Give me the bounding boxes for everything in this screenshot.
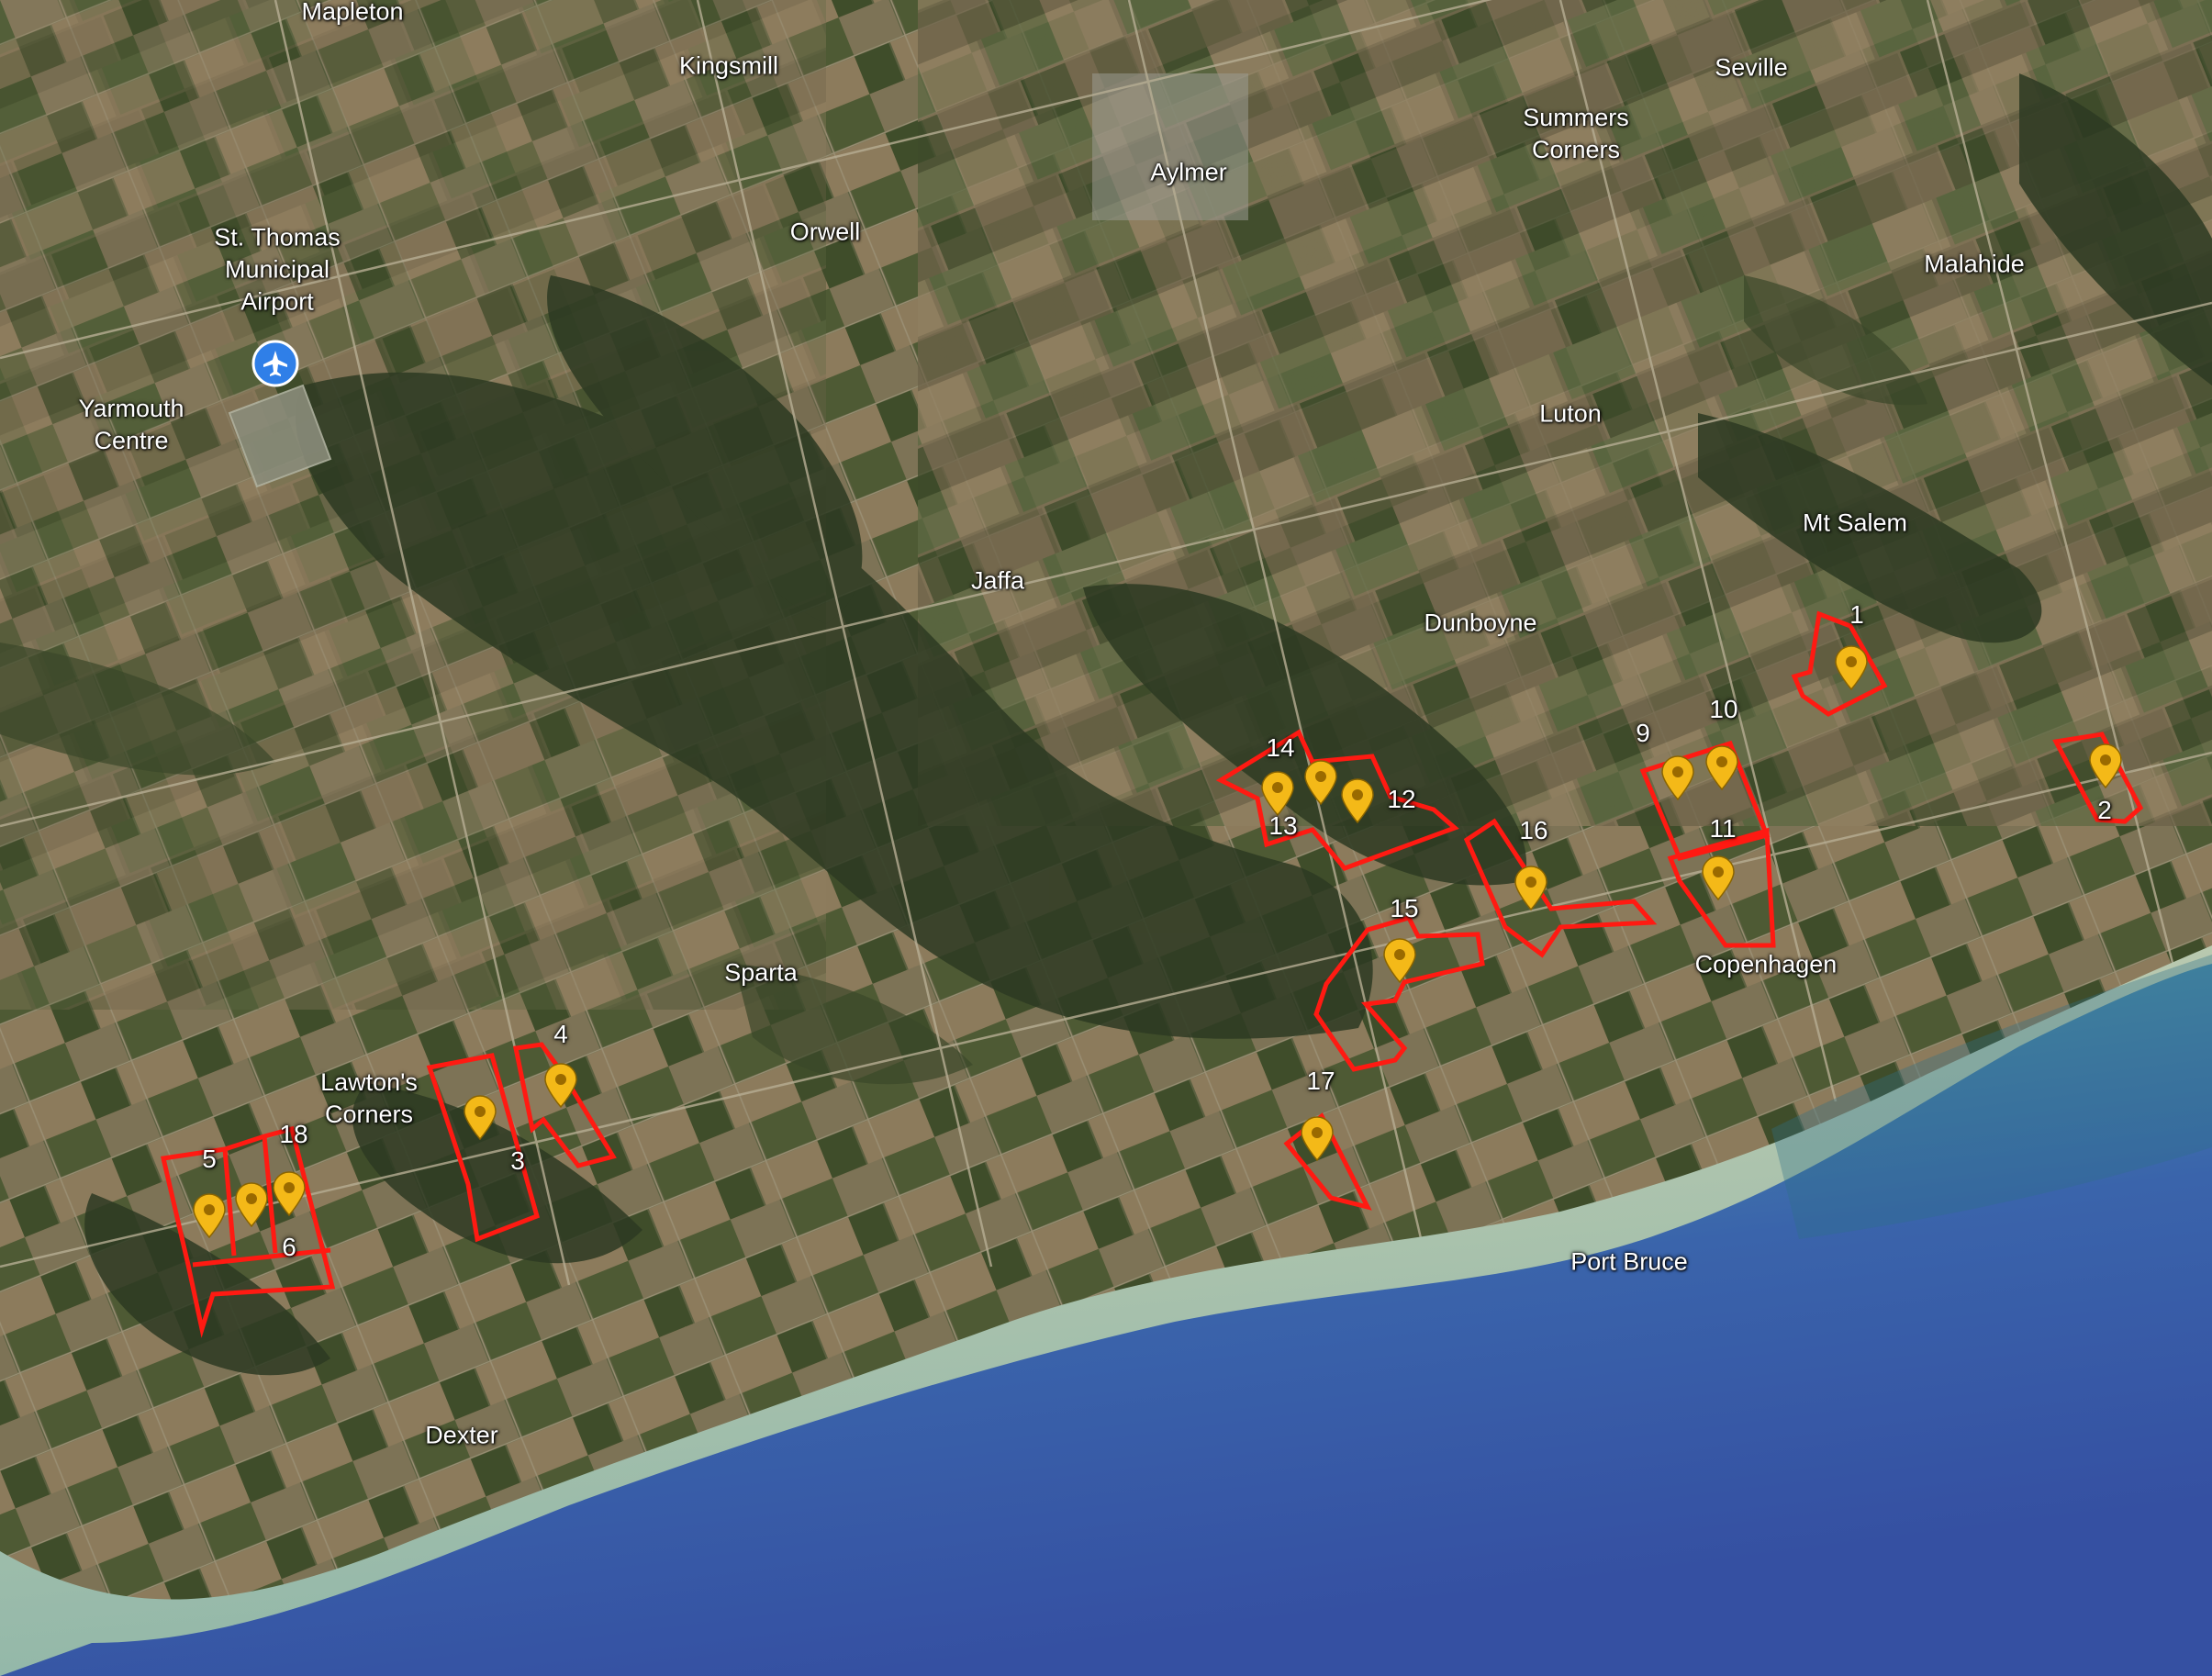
place-label: Seville [1715, 53, 1788, 82]
place-label: Dexter [425, 1421, 498, 1449]
parcel-number: 15 [1390, 894, 1419, 922]
parcel-number: 18 [279, 1120, 308, 1148]
parcel-number: 4 [553, 1020, 568, 1048]
parcel-number: 5 [202, 1145, 217, 1173]
place-label: Luton [1539, 399, 1602, 428]
place-label: Aylmer [1150, 158, 1227, 186]
place-label: Port Bruce [1570, 1247, 1688, 1276]
parcel-number: 10 [1709, 695, 1738, 723]
place-label: Kingsmill [678, 51, 779, 80]
place-label: Jaffa [970, 566, 1025, 595]
parcel-number: 11 [1709, 814, 1737, 843]
place-label: St. Thomas Municipal Airport [214, 223, 341, 316]
parcel-number: 6 [282, 1233, 296, 1261]
place-label: Mapleton [301, 0, 404, 26]
place-label: Copenhagen [1694, 950, 1838, 978]
place-label: Orwell [789, 218, 861, 246]
parcel-number: 16 [1519, 816, 1548, 844]
place-label: Sparta [724, 958, 798, 987]
place-label: Malahide [1924, 250, 2025, 278]
airplane-icon[interactable] [251, 340, 299, 387]
parcel-number: 9 [1636, 719, 1650, 747]
place-label: Lawton's Corners [320, 1068, 418, 1128]
parcel-number: 12 [1387, 785, 1416, 813]
place-label: Mt Salem [1802, 508, 1908, 537]
place-label: Summers Corners [1523, 104, 1629, 163]
parcel-number: 3 [510, 1146, 525, 1175]
parcel-number: 17 [1306, 1067, 1335, 1095]
place-label: Yarmouth Centre [78, 395, 184, 454]
parcel-number: 13 [1268, 811, 1298, 840]
parcel-number: 1 [1849, 600, 1864, 629]
place-label: Dunboyne [1424, 609, 1537, 637]
parcel-number: 14 [1266, 733, 1295, 762]
parcel-number: 2 [2097, 796, 2112, 824]
